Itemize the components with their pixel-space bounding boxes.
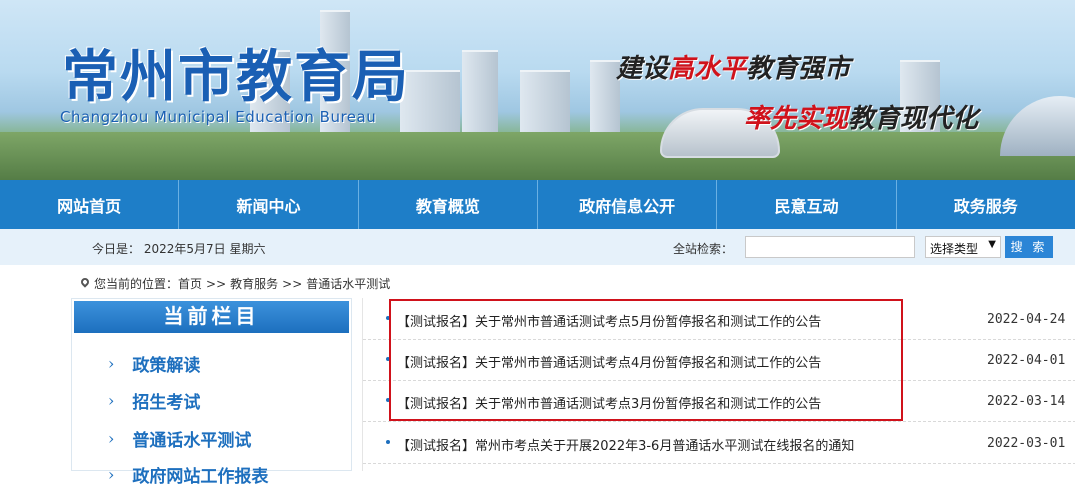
bullet-icon [386,440,390,444]
breadcrumb-edu-services[interactable]: 教育服务 [230,275,278,292]
site-title: 常州市教育局 [62,44,410,110]
chevron-right-icon: › [108,465,115,484]
list-item[interactable]: 【测试报名】关于常州市普通话测试考点3月份暂停报名和测试工作的公告 2022-0… [363,381,1075,422]
article-title[interactable]: 【测试报名】关于常州市普通话测试考点4月份暂停报名和测试工作的公告 [397,352,821,371]
header-banner: 常州市教育局 Changzhou Municipal Education Bur… [0,0,1075,180]
nav-interaction[interactable]: 民意互动 [717,180,897,229]
nav-gov-info[interactable]: 政府信息公开 [538,180,718,229]
article-title[interactable]: 【测试报名】常州市考点关于开展2022年3-6月普通话水平测试在线报名的通知 [397,435,854,454]
chevron-down-icon: ▼ [988,239,996,250]
sidebar-item-exam[interactable]: › 招生考试 [108,388,200,413]
sidebar-item-policy[interactable]: › 政策解读 [108,351,200,376]
chevron-right-icon: › [108,354,115,373]
bullet-icon [386,357,390,361]
list-item[interactable]: 【测试报名】关于常州市普通话测试考点4月份暂停报名和测试工作的公告 2022-0… [363,340,1075,381]
list-item[interactable]: 【测试报名】关于常州市普通话测试考点5月份暂停报名和测试工作的公告 2022-0… [363,299,1075,340]
chevron-right-icon: › [108,391,115,410]
bullet-icon [386,316,390,320]
slogan-1: 建设高水平教育强市 [616,54,851,84]
nav-home[interactable]: 网站首页 [0,180,180,229]
sidebar-title: 当前栏目 [74,301,349,333]
info-bar: 今日是： 2022年5月7日 星期六 全站检索： 选择类型 ▼ 搜 索 [0,229,1075,265]
site-title-en: Changzhou Municipal Education Bureau [60,108,377,126]
article-date: 2022-03-01 [987,436,1066,451]
chevron-right-icon: › [108,429,115,448]
breadcrumb-current[interactable]: 普通话水平测试 [306,275,390,292]
search-button[interactable]: 搜 索 [1005,236,1053,258]
arena-image [1000,96,1075,156]
list-item[interactable]: 【测试报名】常州市考点关于开展2022年3-6月普通话水平测试在线报名的通知 2… [363,423,1075,464]
nav-overview[interactable]: 教育概览 [359,180,538,229]
nav-services[interactable]: 政务服务 [897,180,1075,229]
search-type-select[interactable]: 选择类型 ▼ [925,236,1001,258]
breadcrumb-separator: >> [282,276,303,291]
sidebar-item-mandarin[interactable]: › 普通话水平测试 [108,426,251,451]
article-date: 2022-04-24 [987,312,1066,327]
breadcrumb-home[interactable]: 您当前的位置：首页 [94,275,202,292]
slogan-2: 率先实现教育现代化 [744,104,979,134]
article-title[interactable]: 【测试报名】关于常州市普通话测试考点3月份暂停报名和测试工作的公告 [397,393,821,412]
article-date: 2022-03-14 [987,394,1066,409]
today-date: 今日是： 2022年5月7日 星期六 [92,242,266,256]
location-pin-icon [80,278,90,290]
sidebar: 当前栏目 › 政策解读 › 招生考试 › 普通话水平测试 › 政府网站工作报表 [71,298,352,487]
search-input[interactable] [745,236,915,258]
nav-news[interactable]: 新闻中心 [179,180,359,229]
sidebar-item-report[interactable]: › 政府网站工作报表 [108,462,268,487]
search-type-value: 选择类型 [930,242,979,256]
article-list: 【测试报名】关于常州市普通话测试考点5月份暂停报名和测试工作的公告 2022-0… [362,298,1075,471]
article-title[interactable]: 【测试报名】关于常州市普通话测试考点5月份暂停报名和测试工作的公告 [397,311,821,330]
sidebar-item-label: 政府网站工作报表 [132,467,269,487]
breadcrumb-separator: >> [206,276,227,291]
article-date: 2022-04-01 [987,353,1066,368]
sidebar-item-label: 政策解读 [132,356,201,376]
search-label: 全站检索： [673,242,734,256]
sidebar-item-label: 招生考试 [132,393,201,413]
sidebar-item-label: 普通话水平测试 [132,431,252,451]
main-nav: 网站首页 新闻中心 教育概览 政府信息公开 民意互动 政务服务 [0,180,1075,229]
breadcrumb: 您当前的位置：首页 >> 教育服务 >> 普通话水平测试 [80,275,390,292]
park-image [0,132,1075,180]
bullet-icon [386,398,390,402]
